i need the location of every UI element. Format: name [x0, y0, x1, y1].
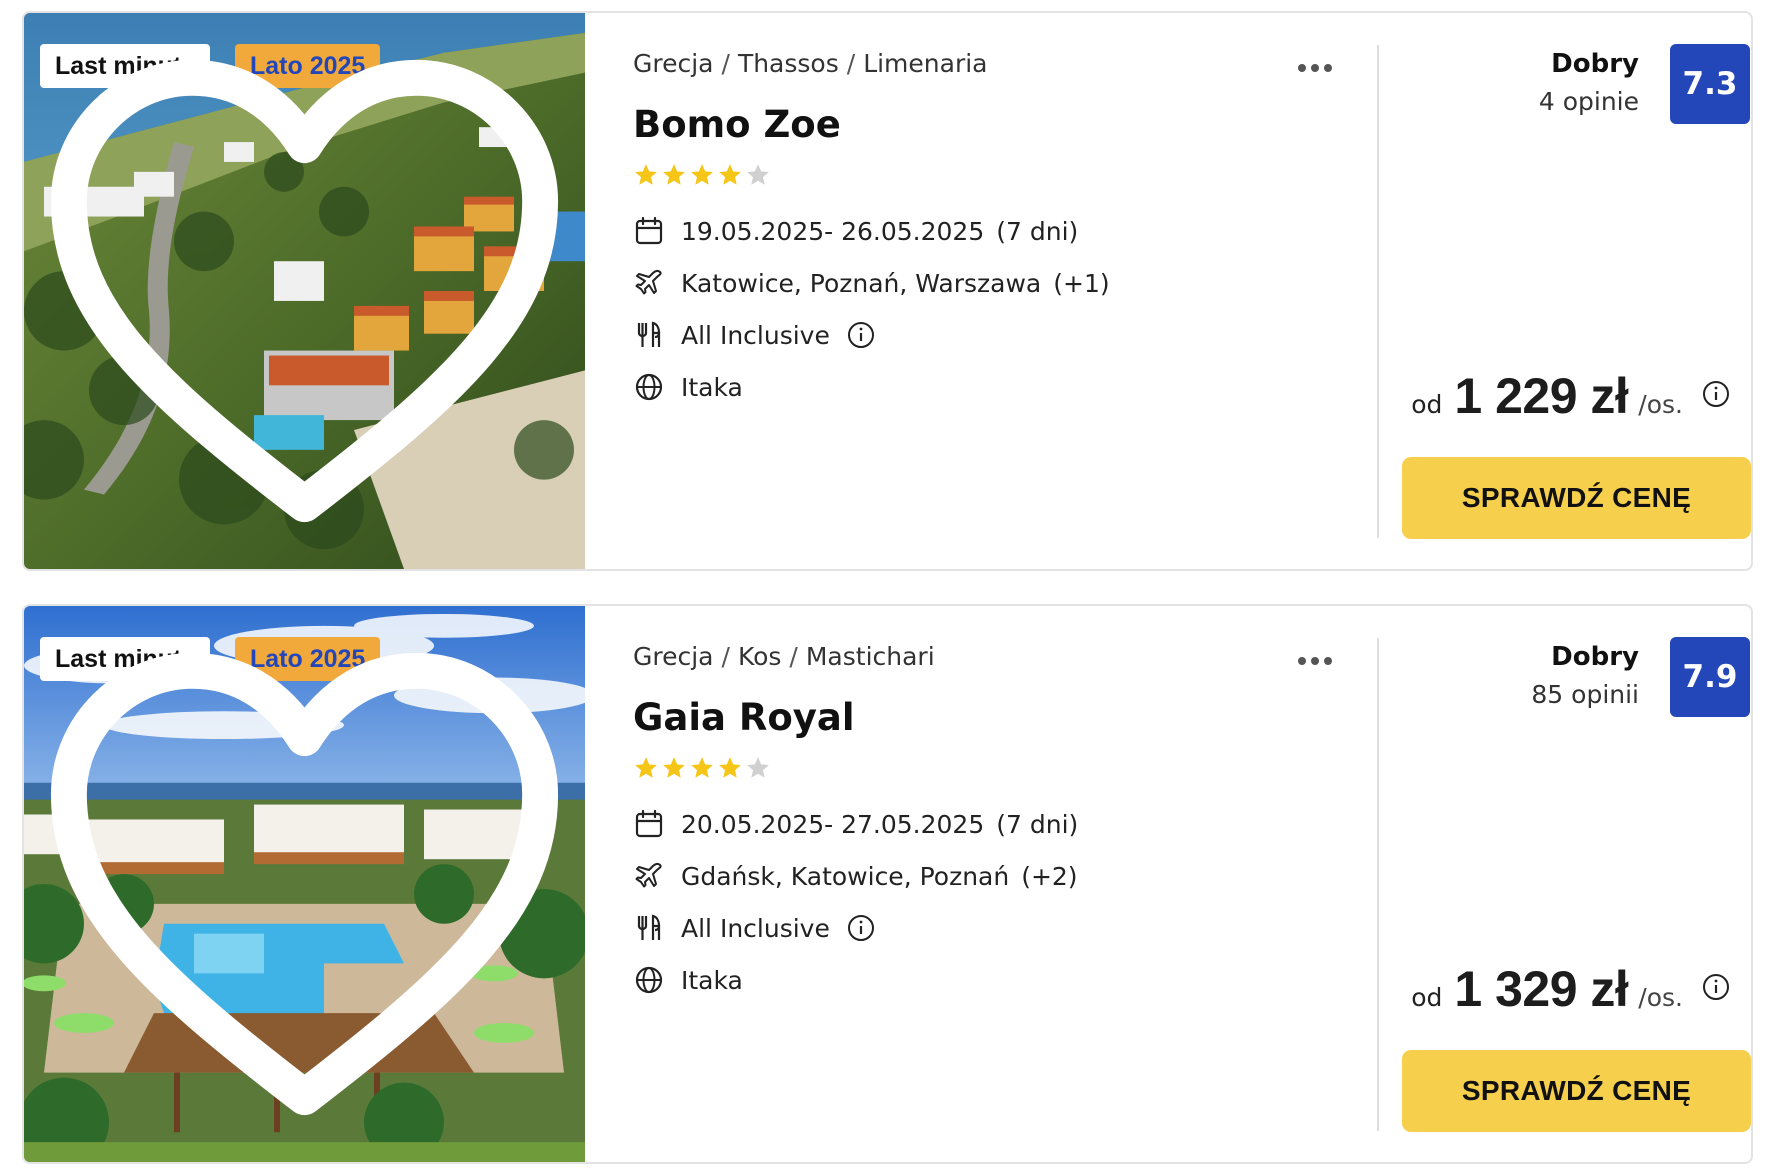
- heart-icon[interactable]: [24, 606, 585, 1162]
- cutlery-icon: [637, 321, 661, 347]
- hotel-name[interactable]: Bomo Zoe: [633, 103, 841, 146]
- board-type: All Inclusive: [681, 913, 830, 943]
- star-empty-icon: [747, 164, 769, 185]
- hotel-photo[interactable]: Last minute Lato 2025: [24, 606, 585, 1162]
- trip-duration: (7 dni): [996, 216, 1079, 246]
- reviews-count[interactable]: 85 opinii: [1531, 680, 1639, 709]
- breadcrumb-separator: /: [846, 49, 856, 78]
- travel-dates: 19.05.2025- 26.05.2025: [681, 216, 985, 246]
- more-airports[interactable]: (+1): [1053, 269, 1109, 298]
- price-suffix: /os.: [1638, 390, 1683, 419]
- check-price-button[interactable]: SPRAWDŹ CENĘ: [1402, 457, 1751, 539]
- hotel-name[interactable]: Gaia Royal: [633, 696, 855, 739]
- price-prefix: od: [1411, 390, 1443, 419]
- price-info-icon[interactable]: [1701, 379, 1731, 409]
- departures-row: Katowice, Poznań, Warszawa (+1): [633, 266, 1110, 300]
- rating-label: Dobry: [1551, 642, 1639, 672]
- breadcrumb-separator: /: [721, 49, 730, 78]
- price-suffix: /os.: [1638, 983, 1683, 1012]
- tour-operator: Itaka: [681, 965, 743, 995]
- breadcrumb: Grecja / Kos / Mastichari: [633, 642, 935, 671]
- star-filled-icon: [691, 757, 713, 778]
- more-options-icon[interactable]: [1298, 57, 1340, 77]
- departure-airports: Katowice, Poznań, Warszawa: [681, 268, 1042, 298]
- globe-icon: [635, 966, 663, 994]
- rating-score-badge: 7.3: [1670, 44, 1750, 124]
- hotel-photo[interactable]: Last minute Lato 2025: [24, 13, 585, 569]
- breadcrumb-region[interactable]: Kos: [738, 642, 781, 671]
- reviews-count[interactable]: 4 opinie: [1539, 87, 1639, 116]
- dates-row: 19.05.2025- 26.05.2025 (7 dni): [633, 214, 1078, 248]
- plane-icon: [635, 862, 662, 888]
- divider: [1377, 45, 1379, 538]
- offer-info: Grecja / Kos / Mastichari Gaia Royal 20.05.2…: [633, 606, 1358, 1162]
- plane-icon: [635, 269, 662, 295]
- info-icon[interactable]: [846, 320, 876, 350]
- offer-side: Dobry 4 opinie 7.3 od 1 229 zł /os. SPRA…: [1402, 13, 1751, 569]
- board-type: All Inclusive: [681, 320, 830, 350]
- dates-row: 20.05.2025- 27.05.2025 (7 dni): [633, 807, 1078, 841]
- offer-card[interactable]: Last minute Lato 2025 Grecja / Thassos / Lim…: [22, 11, 1753, 571]
- breadcrumb: Grecja / Thassos / Limenaria: [633, 49, 988, 78]
- star-rating: [633, 755, 773, 781]
- offer-card[interactable]: Last minute Lato 2025 Grecja / Kos / Mastich…: [22, 604, 1753, 1164]
- more-options-icon[interactable]: [1298, 650, 1340, 670]
- breadcrumb-separator: /: [789, 642, 798, 671]
- price-amount: 1 329 zł: [1454, 961, 1629, 1017]
- breadcrumb-city[interactable]: Limenaria: [863, 49, 987, 78]
- breadcrumb-region[interactable]: Thassos: [738, 49, 839, 78]
- star-empty-icon: [747, 757, 769, 778]
- price-prefix: od: [1411, 983, 1443, 1012]
- board-row: All Inclusive: [633, 318, 876, 352]
- trip-duration: (7 dni): [996, 809, 1079, 839]
- globe-icon: [635, 373, 663, 401]
- star-rating: [633, 162, 773, 188]
- offer-info: Grecja / Thassos / Limenaria Bomo Zoe 19.05.…: [633, 13, 1358, 569]
- price-info-icon[interactable]: [1701, 972, 1731, 1002]
- star-filled-icon: [719, 164, 741, 185]
- travel-dates: 20.05.2025- 27.05.2025: [681, 809, 985, 839]
- heart-icon[interactable]: [24, 13, 585, 569]
- price: od 1 329 zł /os.: [1411, 960, 1731, 1017]
- breadcrumb-city[interactable]: Mastichari: [806, 642, 935, 671]
- board-row: All Inclusive: [633, 911, 876, 945]
- price: od 1 229 zł /os.: [1411, 367, 1731, 424]
- rating-score-badge: 7.9: [1670, 637, 1750, 717]
- star-filled-icon: [663, 164, 685, 185]
- info-icon[interactable]: [846, 913, 876, 943]
- more-airports[interactable]: (+2): [1021, 862, 1077, 891]
- breadcrumb-country[interactable]: Grecja: [633, 642, 714, 671]
- calendar-icon: [635, 809, 663, 838]
- operator-row: Itaka: [633, 370, 743, 404]
- breadcrumb-separator: /: [721, 642, 730, 671]
- departures-row: Gdańsk, Katowice, Poznań (+2): [633, 859, 1078, 893]
- calendar-icon: [635, 216, 663, 245]
- check-price-button[interactable]: SPRAWDŹ CENĘ: [1402, 1050, 1751, 1132]
- star-filled-icon: [663, 757, 685, 778]
- price-amount: 1 229 zł: [1454, 368, 1629, 424]
- tour-operator: Itaka: [681, 372, 743, 402]
- star-filled-icon: [719, 757, 741, 778]
- offer-side: Dobry 85 opinii 7.9 od 1 329 zł /os. SPR…: [1402, 606, 1751, 1162]
- rating-label: Dobry: [1551, 49, 1639, 79]
- star-filled-icon: [635, 164, 657, 185]
- breadcrumb-country[interactable]: Grecja: [633, 49, 714, 78]
- departure-airports: Gdańsk, Katowice, Poznań: [681, 861, 1010, 891]
- star-filled-icon: [635, 757, 657, 778]
- cutlery-icon: [637, 914, 661, 940]
- star-filled-icon: [691, 164, 713, 185]
- divider: [1377, 638, 1379, 1131]
- operator-row: Itaka: [633, 963, 743, 997]
